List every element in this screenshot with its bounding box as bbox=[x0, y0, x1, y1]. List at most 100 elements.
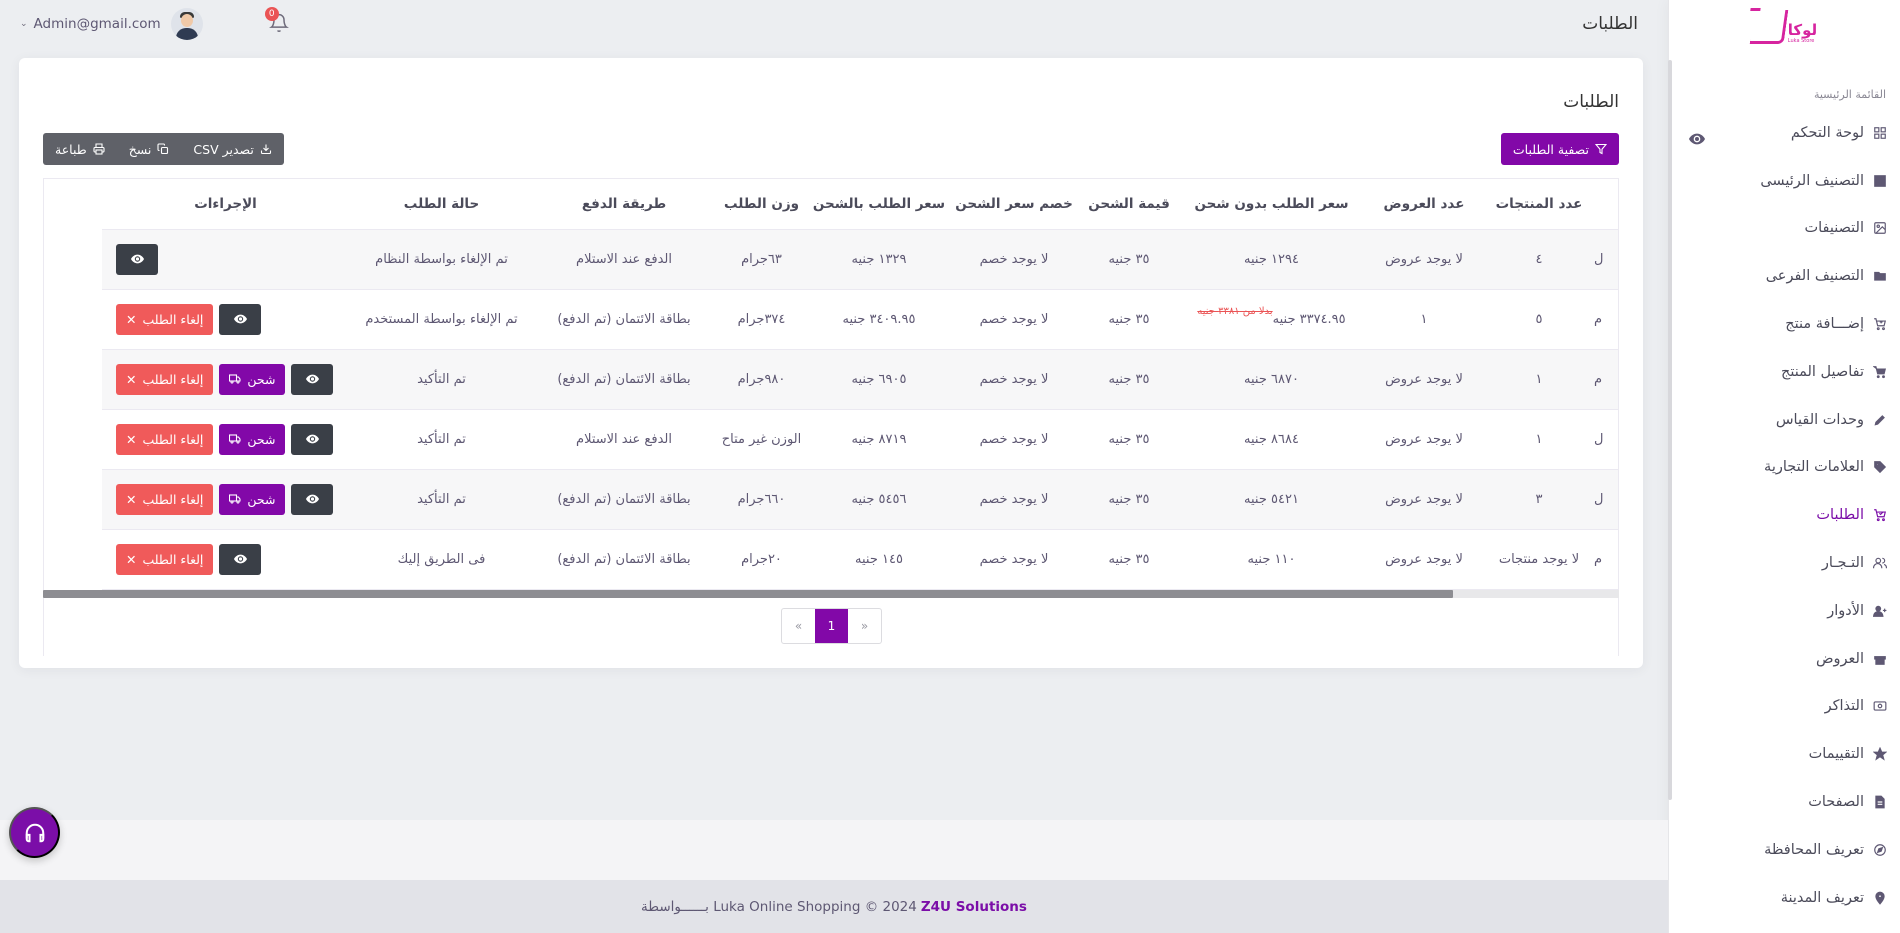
sidebar-item-label: التصنيفات bbox=[1804, 220, 1864, 237]
pagination-prev[interactable]: « bbox=[782, 609, 815, 643]
cell-offers: ١ bbox=[1364, 289, 1484, 350]
close-icon: ✕ bbox=[126, 431, 137, 447]
cell-products: لا يوجد منتجات bbox=[1484, 529, 1594, 590]
cell-ship-value-value: ٣٥ جنيه bbox=[1108, 491, 1150, 507]
view-order-button[interactable] bbox=[219, 303, 262, 335]
user-menu[interactable]: ⌄ Admin@gmail.com bbox=[20, 16, 161, 32]
cell-price-no-ship-value: ١١٠ جنيه bbox=[1247, 551, 1296, 567]
cell-price-no-ship-value: ٨٦٨٤ جنيه bbox=[1244, 431, 1299, 447]
cancel-order-button[interactable]: ✕ إلغاء الطلب bbox=[116, 363, 214, 395]
copy-label: نسخ bbox=[128, 141, 152, 157]
col-header-status[interactable]: حالة الطلب bbox=[349, 179, 534, 230]
col-header-offers[interactable]: عدد العروض bbox=[1364, 179, 1484, 230]
cell-payment: بطاقة الائتمان (تم الدفع) bbox=[534, 289, 714, 350]
col-header-price-no-ship[interactable]: سعر الطلب بدون شحن bbox=[1179, 179, 1364, 230]
cell-ship-discount: لا يوجد خصم bbox=[949, 229, 1079, 290]
sidebar-item-12[interactable]: التذاكر bbox=[1669, 683, 1900, 731]
sidebar-scrollbar[interactable] bbox=[1668, 60, 1672, 800]
cell-offers-value: لا يوجد عروض bbox=[1385, 491, 1463, 507]
cancel-order-button[interactable]: ✕ إلغاء الطلب bbox=[116, 303, 214, 335]
col-header-payment[interactable]: طريقة الدفع bbox=[534, 179, 714, 230]
cell-status: تم التأكيد bbox=[349, 409, 534, 470]
logo[interactable]: لوكا Luka Store bbox=[1669, 0, 1900, 52]
sidebar-item-15[interactable]: تعريف المحافظة bbox=[1669, 826, 1900, 874]
cell-status: تم التأكيد bbox=[349, 469, 534, 530]
pagination-next[interactable]: » bbox=[848, 609, 881, 643]
col-header-weight[interactable]: وزن الطلب bbox=[714, 179, 809, 230]
cell-price-no-ship: ١٢٩٤ جنيه bbox=[1179, 229, 1364, 290]
ship-order-button[interactable]: شحن bbox=[219, 483, 286, 515]
sidebar-item-14[interactable]: الصفحات bbox=[1669, 778, 1900, 826]
cell-payment-value: الدفع عند الاستلام bbox=[576, 251, 672, 267]
table-row: ل ٣ لا يوجد عروض ٥٤٢١ جنيه ٣٥ جنيه لا يوجد خص… bbox=[102, 469, 1618, 530]
cart-active-icon bbox=[1872, 507, 1888, 523]
view-order-button[interactable] bbox=[116, 243, 158, 275]
print-button[interactable]: طباعة bbox=[43, 133, 117, 165]
sidebar-item-label: التصنيف الفرعى bbox=[1765, 268, 1864, 285]
ship-order-label: شحن bbox=[247, 371, 276, 387]
cell-status-value: تم التأكيد bbox=[417, 371, 466, 387]
sidebar-item-3[interactable]: التصنيف الفرعى bbox=[1669, 252, 1900, 300]
col-header-ship-discount[interactable]: خصم سعر الشحن bbox=[949, 179, 1079, 230]
sidebar-item-7[interactable]: العلامات التجارية bbox=[1669, 444, 1900, 492]
sidebar-item-9[interactable]: التـجـار bbox=[1669, 539, 1900, 587]
sidebar-item-11[interactable]: العروض bbox=[1669, 635, 1900, 683]
cell-clipped: ل bbox=[1594, 229, 1618, 290]
cell-offers-value: لا يوجد عروض bbox=[1385, 371, 1463, 387]
cancel-order-button[interactable]: ✕ إلغاء الطلب bbox=[116, 483, 214, 515]
cell-payment: بطاقة الائتمان (تم الدفع) bbox=[534, 529, 714, 590]
cell-clipped: م bbox=[1594, 529, 1618, 590]
pagination-current-page[interactable]: 1 bbox=[815, 609, 848, 643]
sidebar-item-1[interactable]: التصنيف الرئيسى bbox=[1669, 157, 1900, 205]
col-header-price-with-ship[interactable]: سعر الطلب بالشحن bbox=[809, 179, 949, 230]
ship-order-button[interactable]: شحن bbox=[219, 423, 286, 455]
notifications-button[interactable]: 0 bbox=[264, 7, 291, 35]
view-order-button[interactable] bbox=[291, 363, 334, 395]
ship-order-button[interactable]: شحن bbox=[219, 363, 286, 395]
cell-price-with-ship-value: ٣٤٠٩.٩٥ جنيه bbox=[842, 311, 916, 327]
cell-weight: ٩٨٠جرام bbox=[714, 349, 809, 410]
cell-products-value: لا يوجد منتجات bbox=[1498, 551, 1580, 567]
view-order-button[interactable] bbox=[291, 483, 334, 515]
sidebar-item-6[interactable]: وحدات القياس bbox=[1669, 396, 1900, 444]
col-header-ship-value[interactable]: قيمة الشحن bbox=[1079, 179, 1179, 230]
filter-orders-button[interactable]: تصفية الطلبات bbox=[1500, 133, 1619, 165]
user-email: Admin@gmail.com bbox=[33, 16, 161, 32]
cell-actions: ✕ إلغاء الطلب bbox=[102, 529, 349, 590]
sidebar-item-4[interactable]: إضـــافة منتج bbox=[1669, 300, 1900, 348]
sidebar-item-0[interactable]: لوحة التحكم bbox=[1669, 109, 1900, 157]
sidebar-item-label: تعريف المدينة bbox=[1780, 889, 1864, 906]
scrollbar-thumb[interactable] bbox=[43, 590, 1453, 598]
orders-table: عدد المنتجات عدد العروض سعر الطلب بدون ش… bbox=[102, 179, 1618, 590]
sidebar-item-label: الأدوار bbox=[1827, 602, 1864, 619]
cancel-order-label: إلغاء الطلب bbox=[142, 491, 204, 507]
footer-brand-link[interactable]: Z4U Solutions bbox=[921, 899, 1027, 915]
avatar[interactable] bbox=[170, 8, 203, 40]
cell-weight: الوزن غير متاح bbox=[714, 409, 809, 470]
sidebar-item-16[interactable]: تعريف المدينة bbox=[1669, 874, 1900, 922]
sidebar-item-2[interactable]: التصنيفات bbox=[1669, 205, 1900, 253]
table-horizontal-scrollbar[interactable] bbox=[43, 590, 1619, 598]
sidebar-item-5[interactable]: تفاصيل المنتج bbox=[1669, 348, 1900, 396]
cell-offers-value: لا يوجد عروض bbox=[1385, 551, 1463, 567]
cell-price-with-ship: ٦٩٠٥ جنيه bbox=[809, 349, 949, 410]
menu-section-label: القائمة الرئيسية bbox=[1813, 88, 1886, 101]
view-order-button[interactable] bbox=[219, 543, 262, 575]
sidebar-item-10[interactable]: الأدوار bbox=[1669, 587, 1900, 635]
cancel-order-button[interactable]: ✕ إلغاء الطلب bbox=[116, 423, 214, 455]
copy-button[interactable]: نسخ bbox=[117, 133, 182, 165]
cell-price-no-ship-value: ٣٣٧٤.٩٥ جنيه bbox=[1272, 311, 1346, 327]
export-csv-button[interactable]: تصدير CSV bbox=[181, 133, 283, 165]
view-order-button[interactable] bbox=[291, 423, 334, 455]
sidebar-item-8[interactable]: الطلبات bbox=[1669, 491, 1900, 539]
pencil-icon bbox=[1872, 412, 1888, 428]
cell-products-value: ١ bbox=[1535, 431, 1543, 447]
eye-icon bbox=[305, 374, 319, 384]
support-button[interactable] bbox=[9, 807, 60, 858]
cancel-order-button[interactable]: ✕ إلغاء الطلب bbox=[116, 543, 214, 575]
col-header-products[interactable]: عدد المنتجات bbox=[1484, 179, 1594, 230]
table-row: ل ١ لا يوجد عروض ٨٦٨٤ جنيه ٣٥ جنيه لا يوجد خص… bbox=[102, 409, 1618, 470]
cell-ship-value: ٣٥ جنيه bbox=[1079, 289, 1179, 350]
sidebar-item-13[interactable]: التقييمات bbox=[1669, 730, 1900, 778]
cell-actions: ✕ إلغاء الطلب شحن bbox=[102, 469, 349, 530]
